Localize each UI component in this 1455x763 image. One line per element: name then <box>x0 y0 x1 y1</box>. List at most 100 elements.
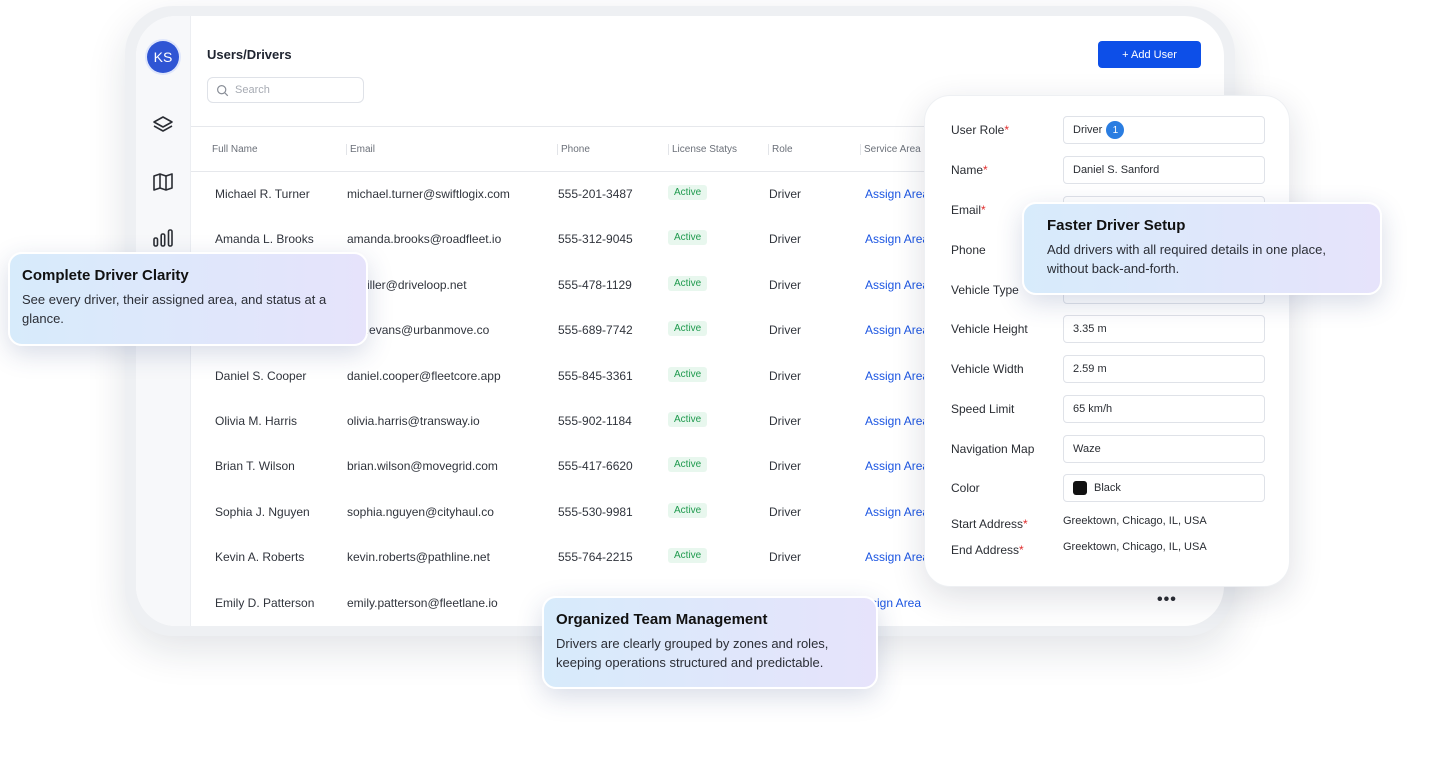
name-value: Daniel S. Sanford <box>1073 164 1160 176</box>
user-role-select[interactable]: Driver 1 <box>1063 116 1265 144</box>
assign-area-link[interactable]: Assign Area <box>865 323 929 337</box>
cell-email: sophia.nguyen@cityhaul.co <box>347 504 494 519</box>
callout-body: See every driver, their assigned area, a… <box>22 292 327 326</box>
callout-team-management: Organized Team Management Drivers are cl… <box>542 596 878 689</box>
assign-area-link[interactable]: Assign Area <box>865 278 929 292</box>
search-icon <box>217 84 229 96</box>
start-address-value[interactable]: Greektown, Chicago, IL, USA <box>1063 515 1207 527</box>
cell-role: Driver <box>769 550 801 565</box>
form-row-vehicle-height: Vehicle Height 3.35 m <box>951 315 1265 343</box>
cell-role: Driver <box>769 277 801 292</box>
user-role-value: Driver <box>1073 124 1103 136</box>
vehicle-height-value: 3.35 m <box>1073 323 1107 335</box>
cell-role: Driver <box>769 504 801 519</box>
layers-icon[interactable] <box>151 114 175 138</box>
map-icon[interactable] <box>151 170 175 194</box>
cell-phone: 555-902-1184 <box>558 413 632 428</box>
column-header-email[interactable]: Email <box>346 144 375 155</box>
form-row-vehicle-width: Vehicle Width 2.59 m <box>951 355 1265 383</box>
form-row-speed-limit: Speed Limit 65 km/h <box>951 395 1265 423</box>
assign-area-link[interactable]: Assign Area <box>865 459 929 473</box>
assign-area-link[interactable]: Assign Area <box>865 550 929 564</box>
cell-full-name: Emily D. Patterson <box>215 595 315 610</box>
cell-phone: 555-689-7742 <box>558 323 633 338</box>
avatar[interactable]: KS <box>147 41 179 73</box>
status-badge: Active <box>668 502 708 518</box>
status-badge: Active <box>668 230 708 246</box>
cell-email: amanda.brooks@roadfleet.io <box>347 232 502 247</box>
navigation-map-value: Waze <box>1073 443 1101 455</box>
required-mark: * <box>1023 517 1028 531</box>
search-input[interactable] <box>235 84 355 96</box>
color-select[interactable]: Black <box>1063 474 1265 502</box>
cell-full-name: Brian T. Wilson <box>215 459 295 474</box>
color-swatch <box>1073 481 1087 495</box>
form-row-end-address: End Address* Greektown, Chicago, IL, USA <box>951 536 1263 564</box>
status-badge: Active <box>668 548 708 564</box>
cell-role: Driver <box>769 187 801 201</box>
cell-email: niel.evans@urbanmove.co <box>347 323 490 338</box>
vehicle-type-label: Vehicle Type <box>951 283 1019 297</box>
vehicle-width-field[interactable]: 2.59 m <box>1063 355 1265 383</box>
speed-limit-field[interactable]: 65 km/h <box>1063 395 1265 423</box>
name-field[interactable]: Daniel S. Sanford <box>1063 156 1265 184</box>
navigation-map-label: Navigation Map <box>951 442 1035 456</box>
cell-full-name: Olivia M. Harris <box>215 413 298 428</box>
cell-email: kevin.roberts@pathline.net <box>347 550 490 565</box>
assign-area-link[interactable]: Assign Area <box>865 414 929 428</box>
speed-limit-value: 65 km/h <box>1073 403 1113 415</box>
assign-area-link[interactable]: Assign Area <box>865 369 929 383</box>
color-value: Black <box>1094 482 1121 494</box>
column-header-role[interactable]: Role <box>768 144 793 155</box>
vehicle-height-field[interactable]: 3.35 m <box>1063 315 1265 343</box>
column-header-service-area[interactable]: Service Area <box>860 144 921 155</box>
user-role-label: User Role <box>951 123 1005 137</box>
cell-phone: 555-530-9981 <box>558 504 633 519</box>
required-mark: * <box>983 163 988 177</box>
cell-full-name: Michael R. Turner <box>215 187 310 201</box>
end-address-value[interactable]: Greektown, Chicago, IL, USA <box>1063 541 1207 553</box>
cell-email: daniel.cooper@fleetcore.app <box>347 368 501 383</box>
stage: KS Users/Drivers + Add User Full Name <box>0 0 1455 763</box>
callout-faster-setup: Faster Driver Setup Add drivers with all… <box>1022 202 1382 295</box>
callout-body: Drivers are clearly grouped by zones and… <box>556 636 829 670</box>
bar-chart-icon[interactable] <box>151 226 175 250</box>
assign-area-link[interactable]: Assign Area <box>865 232 929 246</box>
cell-phone: 555-845-3361 <box>558 368 633 383</box>
cell-full-name: Amanda L. Brooks <box>215 232 314 247</box>
assign-area-link[interactable]: Assign Area <box>865 187 929 201</box>
form-row-user-role: User Role* Driver 1 <box>951 116 1265 144</box>
email-label: Email <box>951 203 982 217</box>
cell-role: Driver <box>769 323 801 338</box>
status-badge: Active <box>668 275 708 291</box>
cell-phone: 555-417-6620 <box>558 459 633 474</box>
column-header-license-status[interactable]: License Statys <box>668 144 737 155</box>
vehicle-width-label: Vehicle Width <box>951 362 1024 376</box>
cell-phone: 555-201-3487 <box>558 187 633 201</box>
cell-role: Driver <box>769 232 801 247</box>
cell-full-name: Daniel S. Cooper <box>215 368 307 383</box>
start-address-label: Start Address <box>951 517 1024 531</box>
speed-limit-label: Speed Limit <box>951 402 1015 416</box>
required-mark: * <box>1019 543 1024 557</box>
callout-title: Faster Driver Setup <box>1047 217 1186 234</box>
column-header-full-name[interactable]: Full Name <box>212 144 258 155</box>
color-label: Color <box>951 481 980 495</box>
form-row-start-address: Start Address* Greektown, Chicago, IL, U… <box>951 510 1263 538</box>
add-user-button[interactable]: + Add User <box>1098 41 1201 68</box>
cell-email: brian.wilson@movegrid.com <box>347 459 498 474</box>
vehicle-width-value: 2.59 m <box>1073 363 1107 375</box>
row-actions-more-icon[interactable]: ••• <box>1157 591 1177 609</box>
callout-title: Organized Team Management <box>556 611 768 628</box>
vehicle-height-label: Vehicle Height <box>951 322 1028 336</box>
search-box[interactable] <box>207 77 364 103</box>
required-mark: * <box>1004 123 1010 137</box>
assign-area-link[interactable]: Assign Area <box>865 505 929 519</box>
column-header-phone[interactable]: Phone <box>557 144 590 155</box>
navigation-map-select[interactable]: Waze <box>1063 435 1265 463</box>
form-row-color: Color Black <box>951 474 1265 502</box>
cell-email: olivia.harris@transway.io <box>347 413 480 428</box>
status-badge: Active <box>668 185 708 200</box>
status-badge: Active <box>668 457 708 473</box>
status-badge: Active <box>668 411 708 427</box>
